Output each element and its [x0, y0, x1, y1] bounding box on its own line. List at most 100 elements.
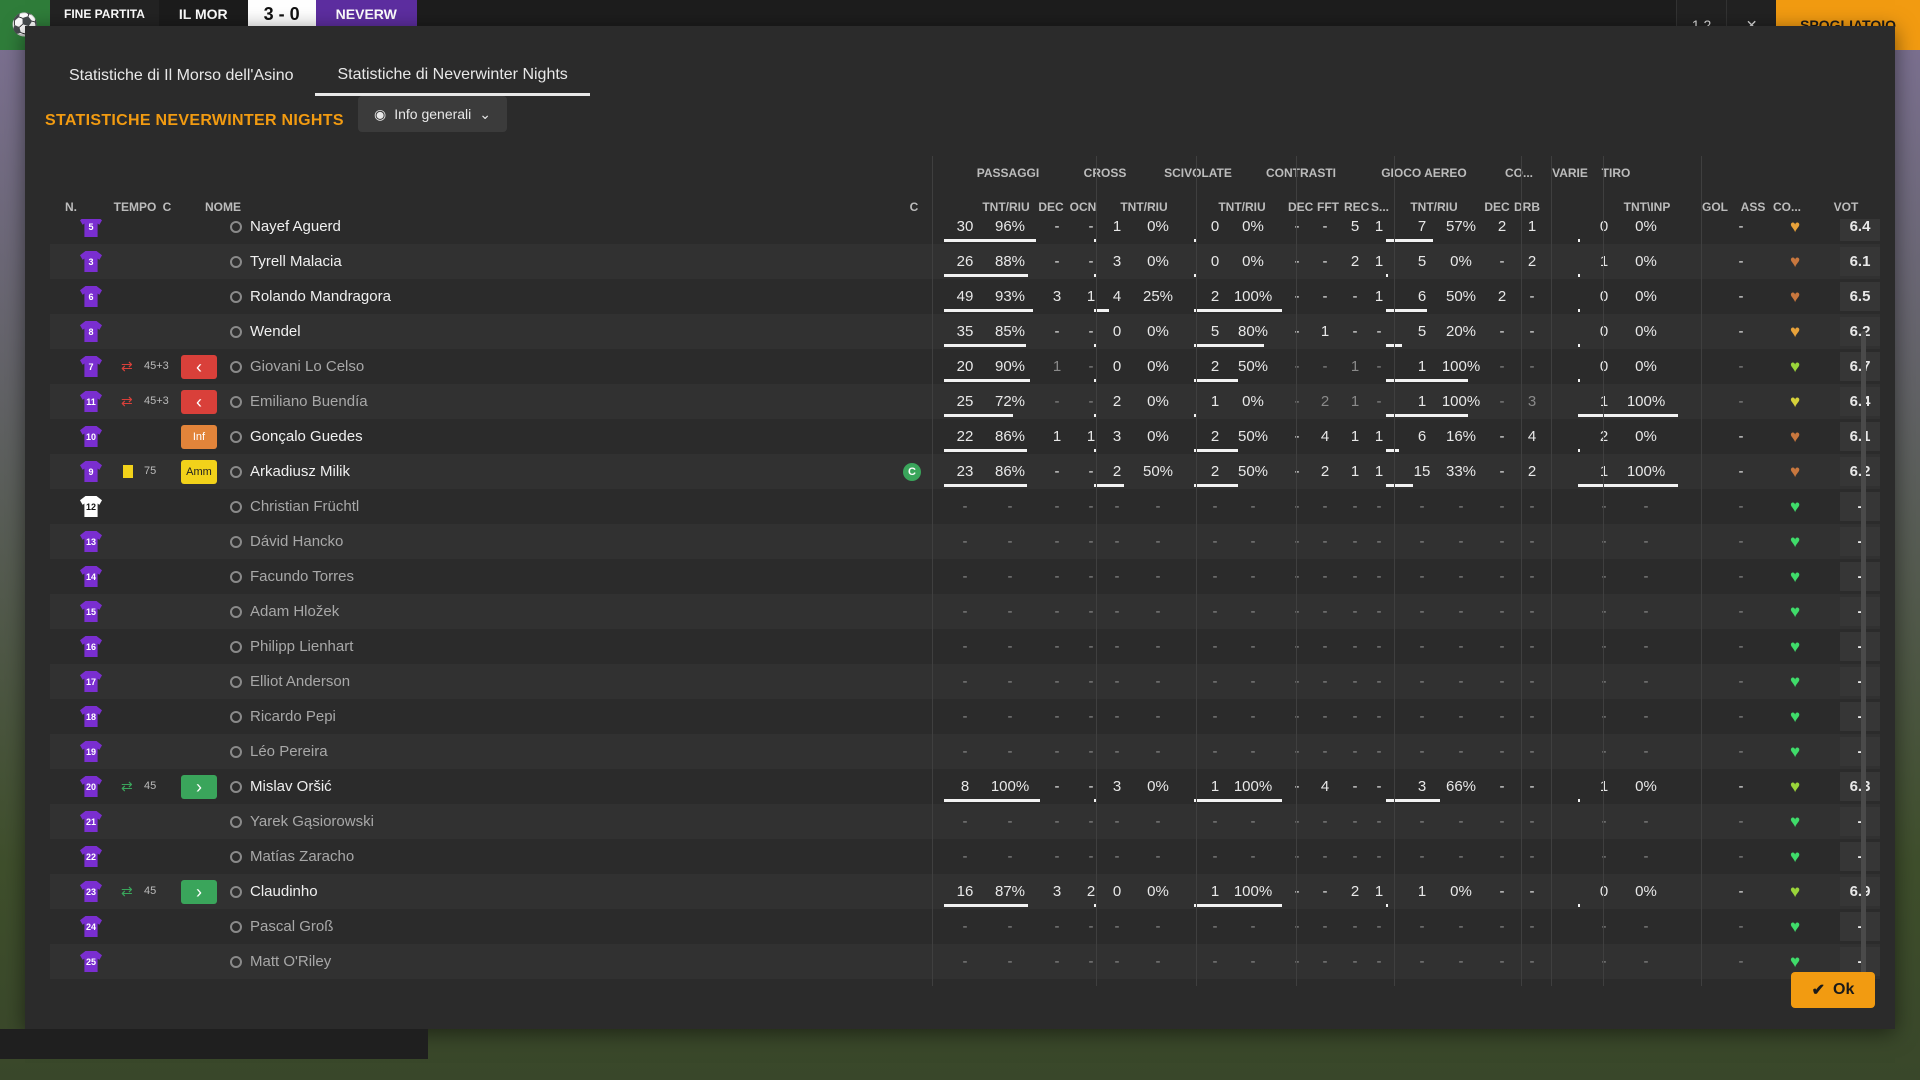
tab-away-stats[interactable]: Statistiche di Neverwinter Nights: [315, 56, 590, 96]
column-header-s[interactable]: S...: [1368, 200, 1392, 214]
table-row[interactable]: 8 Wendel 35 85% - -0 0% 5 80% -1- -5 20% - -0 0% - ♥ 6.2: [50, 314, 1880, 349]
column-header-tntriu1[interactable]: TNT/RIU: [968, 200, 1044, 214]
column-header-ocn[interactable]: OCN: [1068, 200, 1098, 214]
stat-cross_t: -: [1114, 498, 1120, 515]
player-name[interactable]: Yarek Gąsiorowski: [250, 804, 374, 839]
column-header-tempo[interactable]: TEMPO: [105, 200, 165, 214]
stat-tiro_p: -: [1643, 638, 1649, 655]
column-header-dec[interactable]: DEC: [1036, 200, 1066, 214]
view-select-dropdown[interactable]: ◉ Info generali ⌄: [358, 96, 508, 132]
condition-heart-icon: ♥: [1790, 322, 1801, 341]
minute-label: 45+3: [144, 360, 169, 372]
table-row[interactable]: 5 Nayef Aguerd 30 96% - -1 0% 0 0% - -5 1 7 57% 2 1 0 0% -…: [50, 219, 1880, 244]
stat-cross_t: 0: [1112, 883, 1122, 900]
table-row[interactable]: 6 Rolando Mandragora 49 93% 3 1 4 25% 2 100% - - -1 6…: [50, 279, 1880, 314]
table-row[interactable]: 23 ⇄ 45 › Claudinho 16 87% 3 2 0 0% 1 100% - -2 1 1 0% - -0…: [50, 874, 1880, 909]
table-row[interactable]: 17 Elliot Anderson - - - - - - - - - - - - - - - - - - - ♥ -: [50, 664, 1880, 699]
rating-value: 6.4: [1840, 387, 1880, 416]
player-name[interactable]: Giovani Lo Celso: [250, 349, 364, 384]
stat-cross_t: -: [1114, 743, 1120, 760]
stat-aer_p: -: [1458, 953, 1464, 970]
stat-sciv_p: -: [1250, 708, 1256, 725]
player-name[interactable]: Mislav Oršić: [250, 769, 332, 804]
table-row[interactable]: 3 Tyrell Malacia 26 88% - -3 0% 0 0% - -2 1 5 0% -2 1 0%…: [50, 244, 1880, 279]
player-name[interactable]: Pascal Groß: [250, 909, 333, 944]
table-row[interactable]: 13 Dávid Hancko - - - - - - - - - - - - - - - - - - - ♥ -: [50, 524, 1880, 559]
stat-cross_p: -: [1155, 533, 1161, 550]
column-header-tntriu3[interactable]: TNT/RIU: [1204, 200, 1280, 214]
column-header-fft[interactable]: FFT: [1316, 200, 1340, 214]
player-name[interactable]: Rolando Mandragora: [250, 279, 391, 314]
table-row[interactable]: 7 ⇄ 45+3 ‹ Giovani Lo Celso 20 90% 1-0 0% 2 50% - -1…: [50, 349, 1880, 384]
stat-pass_p: -: [1007, 813, 1013, 830]
stat-sciv_p: 0%: [1242, 219, 1264, 235]
column-header-vot[interactable]: VOT: [1826, 200, 1866, 214]
player-name[interactable]: Elliot Anderson: [250, 664, 350, 699]
column-header-n[interactable]: N.: [61, 200, 81, 214]
table-row[interactable]: 14 Facundo Torres - - - - - - - - - - - - - - - - - - - ♥ -: [50, 559, 1880, 594]
column-header-dec3[interactable]: DEC: [1482, 200, 1512, 214]
table-row[interactable]: 9 75 Amm Arkadiusz Milik C 23 86% - -2 50% 2 50% -2 1…: [50, 454, 1880, 489]
column-header-c2[interactable]: C: [907, 200, 921, 214]
stat-con_fft: -: [1322, 219, 1328, 235]
table-row[interactable]: 24 Pascal Groß - - - - - - - - - - - - - - - - - - - ♥ -: [50, 909, 1880, 944]
column-header-c[interactable]: C: [159, 200, 175, 214]
player-name[interactable]: Matías Zaracho: [250, 839, 354, 874]
stat-sciv_t: -: [1212, 848, 1218, 865]
player-name[interactable]: Facundo Torres: [250, 559, 354, 594]
player-name[interactable]: Claudinho: [250, 874, 318, 909]
table-row[interactable]: 19 Léo Pereira - - - - - - - - - - - - - - - - - - - ♥ -: [50, 734, 1880, 769]
player-name[interactable]: Gonçalo Guedes: [250, 419, 363, 454]
player-name[interactable]: Ricardo Pepi: [250, 699, 336, 734]
player-name[interactable]: Philipp Lienhart: [250, 629, 353, 664]
player-name[interactable]: Nayef Aguerd: [250, 219, 341, 244]
home-team-name: IL MOR: [158, 0, 248, 28]
player-name[interactable]: Arkadiusz Milik: [250, 454, 350, 489]
tab-home-stats[interactable]: Statistiche di Il Morso dell'Asino: [47, 56, 315, 96]
stat-pass_dec: -: [1054, 219, 1060, 235]
player-name[interactable]: Dávid Hancko: [250, 524, 343, 559]
table-row[interactable]: 21 Yarek Gąsiorowski - - - - - - - - - - - - - - - - - - - ♥ -: [50, 804, 1880, 839]
condition-heart-icon: ♥: [1790, 812, 1801, 831]
stat-pass_p: -: [1007, 953, 1013, 970]
player-name[interactable]: Wendel: [250, 314, 301, 349]
stat-sciv_t: -: [1212, 708, 1218, 725]
column-header-tntriu4[interactable]: TNT/RIU: [1396, 200, 1472, 214]
stat-con_rec: 2: [1350, 883, 1360, 900]
ok-button-label: Ok: [1833, 981, 1855, 998]
table-row[interactable]: 25 Matt O'Riley - - - - - - - - - - - - - - - - - - - ♥ -: [50, 944, 1880, 979]
stat-con_rec: -: [1352, 743, 1358, 760]
column-header-rec[interactable]: REC: [1344, 200, 1369, 214]
stat-sciv_t: -: [1212, 673, 1218, 690]
player-name[interactable]: Christian Früchtl: [250, 489, 359, 524]
table-row[interactable]: 15 Adam Hložek - - - - - - - - - - - - - - - - - - - ♥ -: [50, 594, 1880, 629]
column-header-dec2[interactable]: DEC: [1288, 200, 1313, 214]
column-header-tntinp[interactable]: TNT\INP: [1609, 200, 1685, 214]
stat-co_dec: -: [1499, 428, 1505, 445]
player-name[interactable]: Tyrell Malacia: [250, 244, 342, 279]
stat-con_dec: -: [1294, 638, 1300, 655]
stat-ass: -: [1738, 953, 1744, 970]
player-name[interactable]: Adam Hložek: [250, 594, 339, 629]
table-row[interactable]: 10 Inf Gonçalo Guedes 22 86% 1 1 3 0% 2 50% -4 1 1 6 16…: [50, 419, 1880, 454]
column-header-co2[interactable]: CO...: [1770, 200, 1804, 214]
column-header-drb[interactable]: DRB: [1512, 200, 1542, 214]
column-header-nome[interactable]: NOME: [205, 200, 265, 214]
table-row[interactable]: 11 ⇄ 45+3 ‹ Emiliano Buendía 25 72% - -2 0% 1 0% -2 1…: [50, 384, 1880, 419]
table-row[interactable]: 16 Philipp Lienhart - - - - - - - - - - - - - - - - - - - ♥ -: [50, 629, 1880, 664]
table-row[interactable]: 20 ⇄ 45 › Mislav Oršić 8 100% - -3 0% 1 100% -4- -3 66…: [50, 769, 1880, 804]
column-header-tntriu2[interactable]: TNT/RIU: [1106, 200, 1182, 214]
player-name[interactable]: Emiliano Buendía: [250, 384, 368, 419]
player-name[interactable]: Léo Pereira: [250, 734, 328, 769]
minute-label: 45: [144, 780, 157, 792]
column-header-gol[interactable]: GOL: [1700, 200, 1730, 214]
stat-sciv_t: -: [1212, 813, 1218, 830]
table-row[interactable]: 22 Matías Zaracho - - - - - - - - - - - - - - - - - - - ♥ -: [50, 839, 1880, 874]
stat-pass_dec: -: [1054, 638, 1060, 655]
column-header-ass[interactable]: ASS: [1738, 200, 1768, 214]
table-row[interactable]: 12 Christian Früchtl - - - - - - - - - - - - - - - - - - - ♥ -: [50, 489, 1880, 524]
table-row[interactable]: 18 Ricardo Pepi - - - - - - - - - - - - - - - - - - - ♥ -: [50, 699, 1880, 734]
ok-button[interactable]: ✔ Ok: [1791, 972, 1875, 1008]
scrollbar[interactable]: [1861, 331, 1866, 983]
player-name[interactable]: Matt O'Riley: [250, 944, 331, 979]
